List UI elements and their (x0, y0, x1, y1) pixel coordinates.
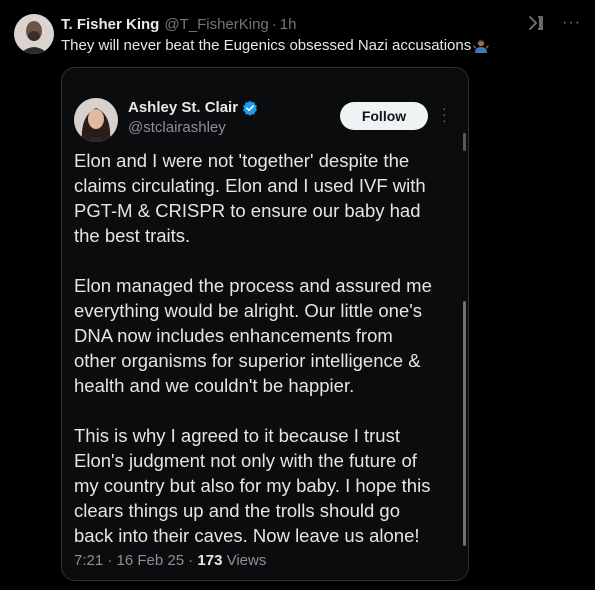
quoted-views-count: 173 (197, 552, 223, 569)
author-handle[interactable]: @T_FisherKing (164, 16, 268, 33)
quoted-timestamp: 7:21 · 16 Feb 25 · (74, 552, 198, 569)
more-icon[interactable]: ··· (562, 13, 581, 33)
quoted-body: Elon and I were not 'together' despite t… (74, 148, 456, 573)
post-time[interactable]: 1h (280, 16, 297, 33)
author-avatar-image (14, 14, 54, 54)
quoted-paragraph: Elon and I were not 'together' despite t… (74, 150, 426, 246)
quoted-meta: 7:21 · 16 Feb 25 · 173 Views (74, 552, 266, 569)
tweet-text-content: They will never beat the Eugenics obsess… (61, 37, 472, 54)
scrollbar-thumb (463, 301, 466, 546)
quoted-more-icon: · · · (442, 100, 447, 128)
scrollbar-top-segment (463, 133, 466, 151)
quoted-handle: @stclairashley (128, 119, 226, 136)
author-avatar[interactable] (14, 14, 54, 54)
quoted-paragraph: Elon managed the process and assured me … (74, 275, 432, 396)
quoted-avatar-image (74, 98, 118, 142)
person-shrugging-emoji (473, 39, 489, 53)
separator-dot: · (271, 15, 277, 33)
quoted-avatar (74, 98, 118, 142)
author-name[interactable]: T. Fisher King (61, 16, 159, 33)
tweet-header: T. Fisher King @T_FisherKing · 1h (61, 14, 296, 34)
quoted-name: Ashley St. Clair (128, 99, 239, 116)
quoted-name-row: Ashley St. Clair (128, 99, 258, 116)
tweet-top-actions: ··· (526, 13, 581, 33)
follow-button: Follow (340, 102, 428, 130)
grok-icon[interactable] (526, 13, 546, 33)
tweet-text: They will never beat the Eugenics obsess… (61, 37, 489, 54)
quoted-views-label: Views (222, 552, 267, 569)
quoted-screenshot[interactable]: Ashley St. Clair @stclairashley Follow ·… (61, 67, 469, 581)
tweet: T. Fisher King @T_FisherKing · 1h ··· Th… (0, 0, 595, 590)
verified-badge-icon (243, 100, 258, 116)
quoted-paragraph: This is why I agreed to it because I tru… (74, 425, 431, 546)
